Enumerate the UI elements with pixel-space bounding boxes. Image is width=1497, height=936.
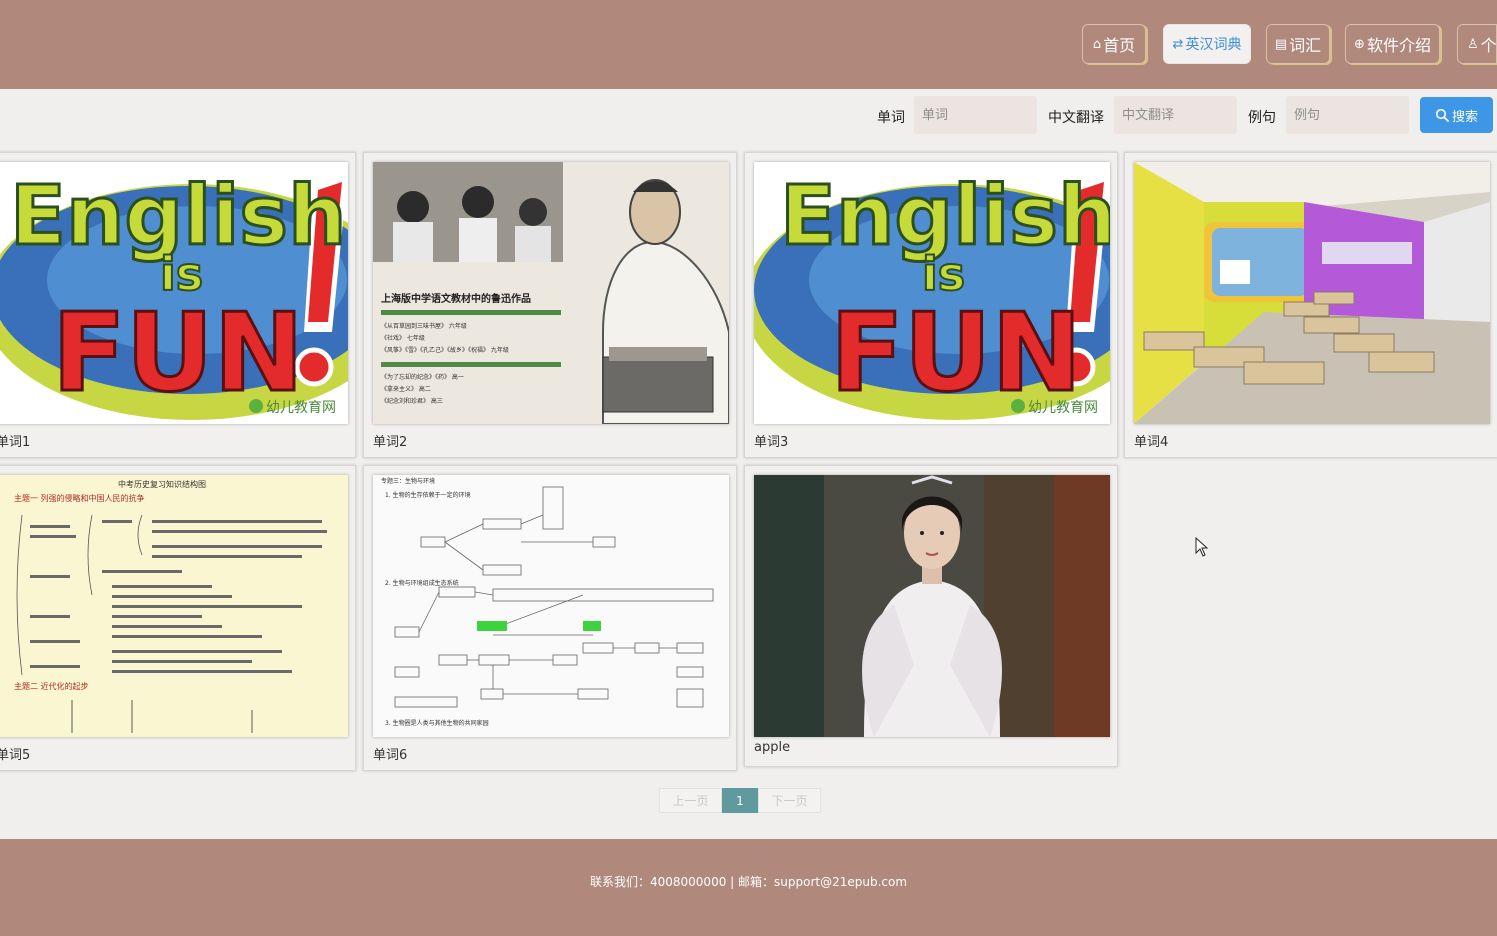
translate-icon: ⇄ <box>1172 36 1184 52</box>
svg-text:《风筝》《雪》《孔乙己》《故乡》《祝福》 九年级: 《风筝》《雪》《孔乙己》《故乡》《祝福》 九年级 <box>381 346 509 354</box>
svg-text:FUN: FUN <box>52 291 304 416</box>
home-icon: ⌂ <box>1092 36 1102 52</box>
word-label: 单词 <box>877 110 905 126</box>
next-page-button[interactable]: 下一页 <box>758 788 821 813</box>
svg-text:FUN: FUN <box>830 291 1082 416</box>
nav-vocabulary-label: 词汇 <box>1289 36 1322 55</box>
word-card-title: apple <box>754 740 791 755</box>
svg-text:幼儿教育网: 幼儿教育网 <box>266 400 336 416</box>
nav-software-intro[interactable]: ⊕ 软件介绍 <box>1345 24 1440 64</box>
svg-text:《为了忘却的纪念》《药》 高一: 《为了忘却的纪念》《药》 高一 <box>381 373 464 381</box>
nav-home-label: 首页 <box>1103 36 1136 55</box>
globe-icon: ⊕ <box>1354 36 1365 52</box>
svg-text:《纪念刘和珍君》 高三: 《纪念刘和珍君》 高三 <box>381 397 443 405</box>
translation-label: 中文翻译 <box>1048 110 1104 126</box>
next-page-label: 下一页 <box>771 794 808 808</box>
english-is-fun-image: English is FUN 幼儿教育网 <box>0 162 348 424</box>
woman-portrait-image <box>754 475 1110 737</box>
svg-text:1. 生物的生存依赖于一定的环境: 1. 生物的生存依赖于一定的环境 <box>385 491 471 499</box>
word-card-title: 单词3 <box>754 435 789 450</box>
svg-text:主题一 列强的侵略和中国人民的抗争: 主题一 列强的侵略和中国人民的抗争 <box>14 493 145 503</box>
book-icon: ▤ <box>1274 36 1288 52</box>
search-icon <box>1435 108 1449 122</box>
word-input[interactable] <box>914 96 1037 134</box>
search-button-label: 搜索 <box>1451 109 1478 125</box>
svg-text:3. 生物圈是人类与其他生物的共同家园: 3. 生物圈是人类与其他生物的共同家园 <box>385 719 489 727</box>
svg-text:主题二 近代化的起步: 主题二 近代化的起步 <box>14 681 89 691</box>
prev-page-label: 上一页 <box>672 794 709 808</box>
nav-software-intro-label: 软件介绍 <box>1366 36 1431 55</box>
search-button[interactable]: 搜索 <box>1420 97 1493 133</box>
svg-text:中考历史复习知识结构图: 中考历史复习知识结构图 <box>118 479 206 489</box>
translation-input[interactable] <box>1114 96 1237 134</box>
word-card-6[interactable]: 专题三：生物与环境 1. 生物的生存依赖于一定的环境 2. 生物与环境组成生态系… <box>363 465 737 771</box>
footer-contact-text: 联系我们：4008000000 | 邮箱：support@21epub.com <box>589 875 908 889</box>
word-card-title: 单词4 <box>1134 435 1169 450</box>
nav-vocabulary[interactable]: ▤ 词汇 <box>1266 24 1330 64</box>
page-1-button[interactable]: 1 <box>722 788 758 813</box>
english-is-fun-image: English is FUN 幼儿教育网 <box>754 162 1110 424</box>
page-number-label: 1 <box>736 793 744 808</box>
svg-text:2. 生物与环境组成生态系统: 2. 生物与环境组成生态系统 <box>385 579 459 587</box>
nav-profile-label: 个 <box>1480 36 1497 55</box>
example-label: 例句 <box>1248 110 1276 126</box>
user-icon: ♙ <box>1467 36 1479 52</box>
word-card-title: 单词5 <box>0 748 31 763</box>
example-input[interactable] <box>1286 96 1409 134</box>
classroom-image <box>1134 162 1490 424</box>
word-card-7[interactable]: apple <box>744 465 1118 767</box>
word-card-5[interactable]: 中考历史复习知识结构图 主题一 列强的侵略和中国人民的抗争 主题二 近代化的起步 <box>0 465 356 771</box>
svg-text:《拿来主义》 高二: 《拿来主义》 高二 <box>381 385 431 393</box>
prev-page-button[interactable]: 上一页 <box>659 788 722 813</box>
svg-text:《社戏》 七年级: 《社戏》 七年级 <box>381 334 425 342</box>
svg-text:幼儿教育网: 幼儿教育网 <box>1028 400 1098 416</box>
history-outline-image: 中考历史复习知识结构图 主题一 列强的侵略和中国人民的抗争 主题二 近代化的起步 <box>0 475 348 737</box>
svg-text:《从百草园到三味书屋》 六年级: 《从百草园到三味书屋》 六年级 <box>381 322 467 330</box>
word-card-2[interactable]: 上海版中学语文教材中的鲁迅作品 《从百草园到三味书屋》 六年级 《社戏》 七年级… <box>363 152 737 458</box>
word-card-3[interactable]: English is FUN 幼儿教育网 单词3 <box>744 152 1118 458</box>
nav-profile[interactable]: ♙ 个 <box>1457 24 1497 64</box>
svg-text:专题三：生物与环境: 专题三：生物与环境 <box>381 477 435 485</box>
nav-dictionary[interactable]: ⇄ 英汉词典 <box>1163 24 1251 64</box>
word-card-title: 单词6 <box>373 748 408 763</box>
word-card-1[interactable]: English is FUN 幼儿教育网 单词1 <box>0 152 356 458</box>
word-card-4[interactable]: 单词4 <box>1124 152 1497 458</box>
mouse-cursor-icon <box>1195 537 1209 557</box>
svg-text:上海版中学语文教材中的鲁迅作品: 上海版中学语文教材中的鲁迅作品 <box>381 292 531 305</box>
nav-dictionary-label: 英汉词典 <box>1185 37 1242 53</box>
nav-home[interactable]: ⌂ 首页 <box>1082 24 1146 64</box>
lu-xun-textbook-image: 上海版中学语文教材中的鲁迅作品 《从百草园到三味书屋》 六年级 《社戏》 七年级… <box>373 162 729 424</box>
word-card-title: 单词2 <box>373 435 408 450</box>
biology-diagram-image: 专题三：生物与环境 1. 生物的生存依赖于一定的环境 2. 生物与环境组成生态系… <box>373 475 729 737</box>
word-card-title: 单词1 <box>0 435 31 450</box>
